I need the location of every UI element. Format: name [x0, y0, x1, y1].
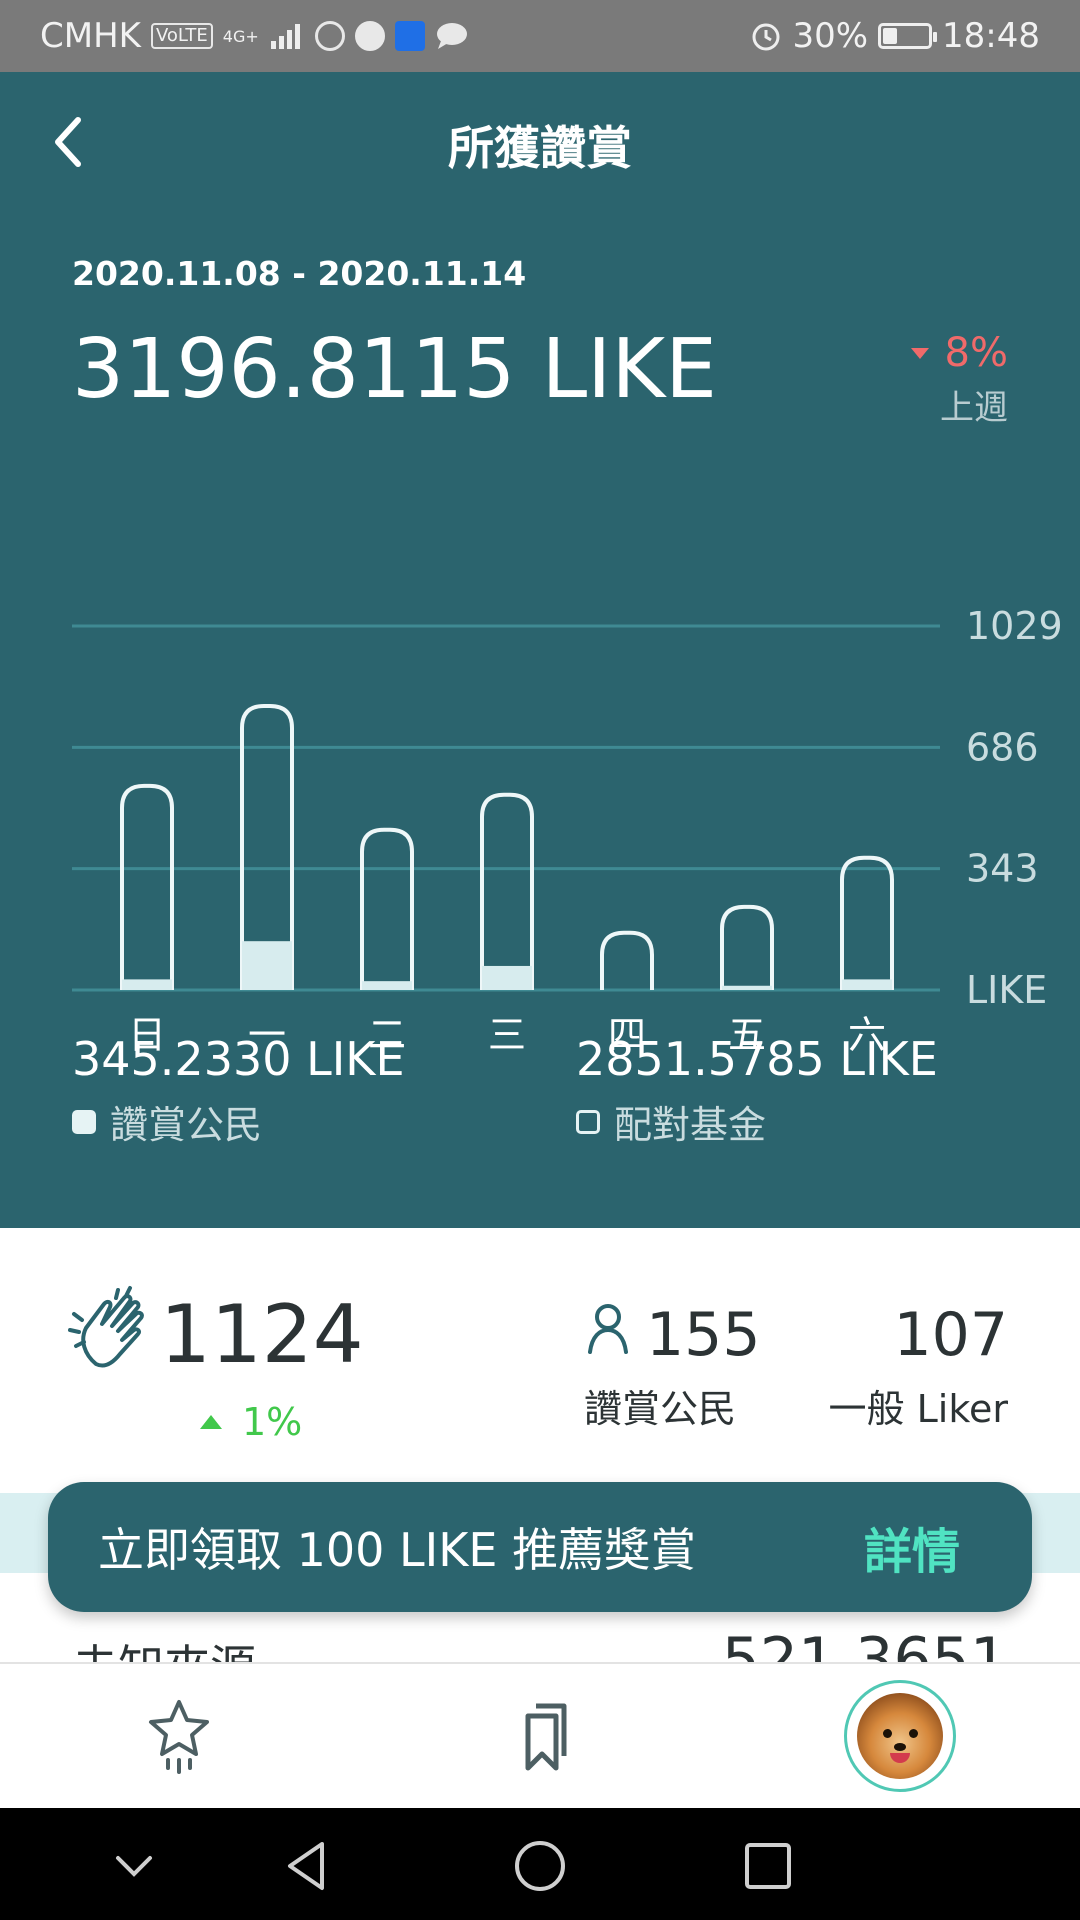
filled-square-icon [72, 1109, 96, 1134]
clap-count: 1124 [160, 1288, 364, 1381]
weekly-change-label: 上週 [940, 388, 1008, 428]
referral-message: 立即領取 100 LIKE 推薦獎賞 [98, 1523, 697, 1577]
volte-badge: VoLTE [150, 23, 213, 49]
weekly-change: 8% 上週 [910, 330, 1008, 429]
avatar [857, 1693, 943, 1779]
weekly-change-percent: 8% [944, 330, 1008, 376]
recents-square-icon[interactable] [738, 1836, 798, 1896]
civic-count-label: 讚賞公民 [584, 1387, 737, 1431]
bar-fund-0 [120, 783, 174, 990]
source-value: 521.3651 [721, 1625, 1008, 1662]
bar-fund-5 [720, 904, 774, 990]
back-triangle-icon[interactable] [278, 1836, 338, 1896]
bar-fund-2 [360, 827, 414, 990]
clap-hands-icon [68, 1286, 144, 1368]
civic-count: 155 [646, 1300, 761, 1370]
profile-tab[interactable] [844, 1680, 956, 1792]
fund-legend-label: 配對基金 [614, 1103, 767, 1147]
details-button[interactable]: 詳情 [864, 1512, 960, 1582]
chevron-down-icon[interactable] [104, 1836, 164, 1896]
page-title: 所獲讚賞 [448, 121, 632, 175]
bar-civic-5 [722, 985, 772, 990]
bottom-tab-bar [0, 1662, 1080, 1808]
clap-change-percent: 1% [242, 1400, 303, 1444]
status-bar: CMHK VoLTE 4G+ 30% 18:48 [0, 0, 1080, 72]
total-like-value: 3196.8115 LIKE [72, 322, 717, 417]
legend-fund: 2851.5785 LIKE 配對基金 [576, 1032, 938, 1149]
chat-icon [436, 23, 467, 49]
bookmarks-tab-icon[interactable] [506, 1698, 576, 1774]
bar-fund-4 [600, 930, 654, 990]
weekly-bar-chart: LIKE3436861029日一二三四五六 [72, 604, 1063, 1057]
y-tick-label: 1029 [966, 604, 1063, 648]
home-circle-icon[interactable] [510, 1836, 570, 1896]
bar-civic-3 [482, 965, 532, 990]
clock: 18:48 [942, 16, 1040, 56]
fund-total: 2851.5785 LIKE [576, 1032, 938, 1086]
timer-icon [314, 21, 345, 51]
bar-fund-6 [840, 855, 894, 990]
y-tick-label: 343 [966, 847, 1039, 891]
b-app-icon [394, 21, 425, 51]
bar-civic-6 [842, 979, 892, 990]
empty-square-icon [576, 1109, 600, 1134]
source-label: 未知來源 [72, 1631, 256, 1662]
bar-fund-3 [480, 792, 534, 990]
battery-icon [878, 23, 938, 49]
general-liker-count: 107 [893, 1300, 1008, 1370]
x-tick-label: 三 [488, 1013, 526, 1057]
network-label: 4G+ [222, 26, 259, 46]
system-nav-bar [0, 1808, 1080, 1920]
person-icon [588, 1304, 628, 1354]
referral-banner[interactable]: 立即領取 100 LIKE 推薦獎賞 詳情 [48, 1482, 1032, 1612]
supporter-stats: 1124 1% 155 讚賞公民 107 一般 Liker [0, 1228, 1080, 1493]
carrier-label: CMHK [40, 16, 141, 56]
alarm-icon [752, 23, 780, 51]
civic-total: 345.2330 LIKE [72, 1032, 405, 1086]
clap-change: 1% [200, 1400, 302, 1444]
bar-civic-0 [122, 979, 172, 990]
y-tick-label: LIKE [966, 968, 1047, 1012]
legend-civic: 345.2330 LIKE 讚賞公民 [72, 1032, 405, 1149]
civic-legend-label: 讚賞公民 [110, 1103, 263, 1147]
down-triangle-icon [910, 347, 929, 359]
date-range: 2020.11.08 - 2020.11.14 [72, 254, 527, 293]
p-app-icon [354, 21, 385, 51]
bar-civic-2 [362, 981, 412, 990]
y-tick-label: 686 [966, 725, 1039, 769]
earnings-panel: 所獲讚賞 2020.11.08 - 2020.11.14 3196.8115 L… [0, 72, 1080, 1228]
signal-icon [270, 24, 300, 49]
battery-percent: 30% [792, 16, 869, 56]
star-tab-icon[interactable] [144, 1698, 214, 1774]
up-triangle-icon [200, 1415, 222, 1429]
general-liker-label: 一般 Liker [828, 1387, 1008, 1431]
bar-civic-1 [242, 941, 292, 990]
